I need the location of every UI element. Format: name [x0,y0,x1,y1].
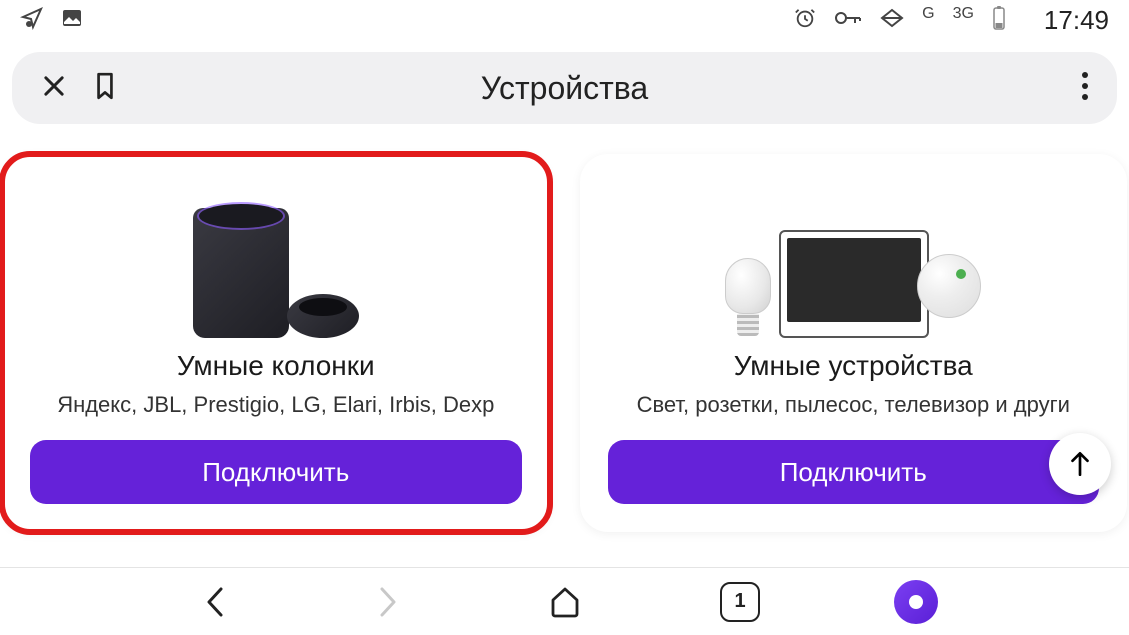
connect-button[interactable]: Подключить [30,440,522,504]
card-subtitle: Свет, розетки, пылесос, телевизор и друг… [637,392,1070,418]
nav-home-button[interactable] [543,580,587,624]
bottom-nav: 1 [0,567,1129,635]
nav-back-button[interactable] [192,580,236,624]
wifi-icon [880,7,904,34]
gallery-icon [60,6,84,35]
location-icon [20,6,44,35]
more-icon[interactable] [1081,71,1089,106]
signal-3g-label: 3G [953,5,974,23]
bookmark-icon[interactable] [92,71,118,106]
battery-icon [992,5,1006,36]
signal-g-label: G [922,5,934,23]
tabs-count: 1 [720,582,760,622]
alice-icon [894,580,938,624]
card-title: Умные колонки [177,350,375,382]
card-smart-speakers[interactable]: Умные колонки Яндекс, JBL, Prestigio, LG… [2,154,550,532]
status-bar: G 3G 17:49 [0,0,1129,40]
clock-time: 17:49 [1044,5,1109,36]
browser-header: Устройства [12,52,1117,124]
alarm-icon [794,7,816,34]
page-title: Устройства [481,70,648,107]
card-smart-devices[interactable]: Умные устройства Свет, розетки, пылесос,… [580,154,1128,532]
scroll-top-button[interactable] [1049,433,1111,495]
card-subtitle: Яндекс, JBL, Prestigio, LG, Elari, Irbis… [57,392,494,418]
close-icon[interactable] [40,72,68,105]
nav-forward-button[interactable] [367,580,411,624]
connect-button[interactable]: Подключить [608,440,1100,504]
nav-alice-button[interactable] [894,580,938,624]
card-title: Умные устройства [734,350,973,382]
vpn-key-icon [834,7,862,34]
devices-illustration [608,178,1100,338]
nav-tabs-button[interactable]: 1 [718,580,762,624]
cards-container: Умные колонки Яндекс, JBL, Prestigio, LG… [0,124,1129,532]
speakers-illustration [30,178,522,338]
